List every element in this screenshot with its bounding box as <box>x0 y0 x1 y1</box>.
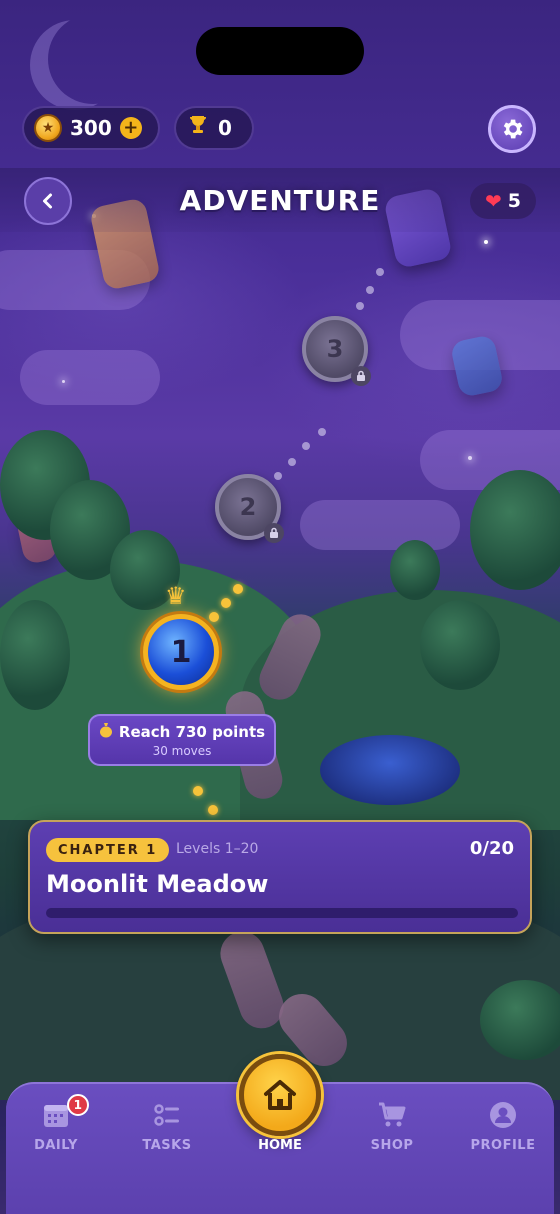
nav-shop[interactable]: SHOP <box>347 1100 437 1153</box>
goal-moves: 30 moves <box>152 744 212 758</box>
nav-tasks-label: TASKS <box>142 1138 192 1153</box>
coins-value: 300 <box>70 116 112 140</box>
path-dot <box>288 458 296 466</box>
device-notch <box>196 27 364 75</box>
lock-icon <box>264 523 284 543</box>
coin-icon: ★ <box>34 114 62 142</box>
crown-icon: ♛ <box>165 582 187 610</box>
tree <box>480 980 560 1060</box>
level-goal-tooltip[interactable]: Reach 730 points 30 moves <box>88 714 276 766</box>
nav-daily-label: DAILY <box>34 1138 78 1153</box>
path-dot <box>356 302 364 310</box>
trophies-value: 0 <box>218 116 232 140</box>
tree <box>390 540 440 600</box>
nav-home-button[interactable] <box>239 1054 321 1136</box>
path-dot-gold <box>233 584 243 594</box>
nav-daily[interactable]: 1 DAILY <box>11 1094 101 1153</box>
trophy-icon <box>186 113 210 143</box>
cloud <box>20 350 160 405</box>
trophies-counter[interactable]: 0 <box>174 106 254 150</box>
goal-title-row: Reach 730 points <box>90 722 274 742</box>
plus-icon[interactable]: + <box>119 117 142 139</box>
lives-value: 5 <box>507 190 521 212</box>
path-dot-gold <box>193 786 203 796</box>
coins-counter[interactable]: ★ 300 + <box>22 106 160 150</box>
tree <box>0 600 70 710</box>
lock-icon <box>351 366 371 386</box>
path-dot <box>366 286 374 294</box>
chapter-progress-bar <box>46 908 518 918</box>
cart-icon <box>379 1102 406 1127</box>
chapter-name: Moonlit Meadow <box>46 870 269 898</box>
tree <box>470 470 560 590</box>
chapter-card[interactable]: CHAPTER 1 Levels 1–20 0/20 Moonlit Meado… <box>28 820 532 934</box>
lives-counter[interactable]: ❤ 5 <box>470 183 536 219</box>
nav-profile[interactable]: PROFILE <box>458 1100 548 1153</box>
path-dot-gold <box>208 805 218 815</box>
home-icon <box>264 1080 296 1110</box>
tree <box>420 600 500 690</box>
settings-button[interactable] <box>488 105 536 153</box>
chapter-progress-text: 0/20 <box>469 838 514 859</box>
money-bag-icon <box>99 722 113 742</box>
chapter-levels-range: Levels 1–20 <box>176 841 259 857</box>
nav-shop-label: SHOP <box>370 1138 414 1153</box>
tasks-list-icon <box>154 1104 179 1126</box>
level-number: 1 <box>170 634 192 670</box>
star <box>484 240 488 244</box>
level-number: 2 <box>239 493 257 521</box>
chapter-badge: CHAPTER 1 <box>46 838 170 862</box>
nav-home-label: HOME <box>258 1138 302 1153</box>
pond <box>320 735 460 805</box>
goal-title: Reach 730 points <box>118 723 266 741</box>
path-dot <box>302 442 310 450</box>
path-dot-gold <box>221 598 231 608</box>
moon <box>30 20 120 110</box>
level-number: 3 <box>326 335 344 363</box>
gear-icon <box>503 119 523 139</box>
path-dot <box>376 268 384 276</box>
nav-profile-label: PROFILE <box>470 1138 536 1153</box>
heart-icon: ❤ <box>485 189 502 213</box>
cloud <box>300 500 460 550</box>
path-dot <box>318 428 326 436</box>
level-node-1[interactable]: 1 <box>143 614 219 690</box>
nav-tasks[interactable]: TASKS <box>122 1100 212 1153</box>
path-dot-gold <box>209 612 219 622</box>
path-dot <box>274 472 282 480</box>
daily-notification-badge: 1 <box>67 1094 89 1116</box>
user-icon <box>490 1102 516 1128</box>
